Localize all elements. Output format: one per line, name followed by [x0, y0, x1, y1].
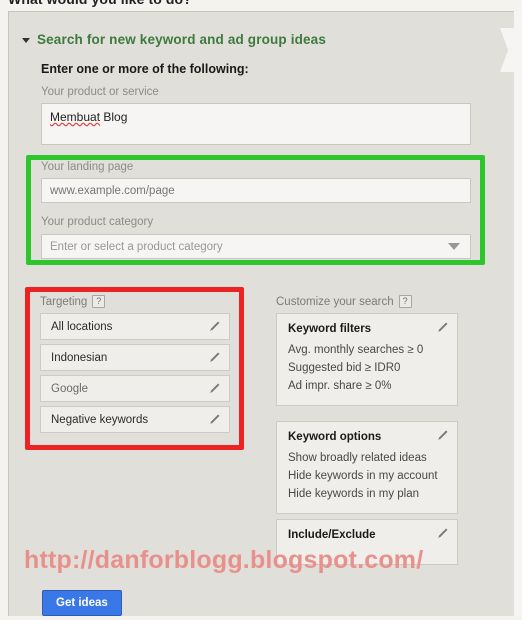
product-category-select[interactable]: Enter or select a product category [41, 234, 471, 259]
targeting-row-google[interactable]: Google [40, 375, 230, 402]
product-service-input[interactable]: Membuat Blog [41, 103, 471, 145]
targeting-row-negative-keywords[interactable]: Negative keywords [40, 406, 230, 433]
get-ideas-button[interactable]: Get ideas [42, 590, 122, 616]
product-service-label: Your product or service [41, 86, 159, 98]
help-icon[interactable]: ? [398, 295, 412, 308]
targeting-label: Targeting [40, 295, 88, 308]
customize-search-heading: Customize your search ? [276, 295, 412, 308]
card-line: Hide keywords in my account [288, 470, 438, 482]
pencil-icon[interactable] [208, 382, 221, 395]
pencil-icon[interactable] [436, 527, 449, 540]
card-line: Show broadly related ideas [288, 452, 427, 464]
card-title: Keyword filters [288, 323, 372, 335]
pencil-icon[interactable] [436, 321, 449, 334]
form-subheading: Enter one or more of the following: [41, 62, 249, 76]
landing-page-label: Your landing page [41, 161, 134, 173]
caret-down-icon [22, 38, 30, 43]
watermark-url: http://danforblogg.blogspot.com/ [24, 546, 424, 574]
card-keyword-filters[interactable]: Keyword filters Avg. monthly searches ≥ … [276, 313, 458, 406]
targeting-row-indonesian[interactable]: Indonesian [40, 344, 230, 371]
product-category-placeholder: Enter or select a product category [50, 240, 223, 253]
product-service-value-rest: Blog [100, 110, 128, 124]
page-right-gutter [514, 11, 522, 620]
product-service-value: Membuat Blog [50, 110, 127, 124]
section-title: Search for new keyword and ad group idea… [37, 32, 326, 47]
page-bottom-edge [0, 616, 522, 620]
card-line: Avg. monthly searches ≥ 0 [288, 344, 424, 356]
targeting-item-label: Google [51, 382, 89, 395]
chevron-down-icon [448, 243, 460, 250]
customize-search-label: Customize your search [276, 295, 394, 308]
landing-page-input[interactable] [41, 178, 471, 203]
pencil-icon[interactable] [436, 429, 449, 442]
product-service-value-misspelled: Membuat [50, 110, 101, 124]
page-heading: What would you like to do? [8, 0, 192, 7]
card-title: Keyword options [288, 431, 382, 443]
targeting-item-label: Indonesian [51, 351, 108, 364]
targeting-row-all-locations[interactable]: All locations [40, 313, 230, 340]
targeting-item-label: Negative keywords [51, 413, 149, 426]
card-keyword-options[interactable]: Keyword options Show broadly related ide… [276, 421, 458, 514]
panel-top-cap [500, 11, 514, 28]
card-line: Ad impr. share ≥ 0% [288, 380, 392, 392]
pencil-icon[interactable] [208, 351, 221, 364]
pencil-icon[interactable] [208, 413, 221, 426]
card-line: Suggested bid ≥ IDR0 [288, 362, 401, 374]
card-title: Include/Exclude [288, 529, 376, 541]
product-category-label: Your product category [41, 216, 154, 228]
card-line: Hide keywords in my plan [288, 488, 420, 500]
targeting-item-label: All locations [51, 320, 113, 333]
help-icon[interactable]: ? [92, 295, 106, 308]
targeting-list: All locations Indonesian Google Negative… [40, 313, 230, 437]
section-header-search-ideas[interactable]: Search for new keyword and ad group idea… [22, 32, 326, 47]
targeting-heading: Targeting ? [40, 295, 106, 308]
pencil-icon[interactable] [208, 320, 221, 333]
